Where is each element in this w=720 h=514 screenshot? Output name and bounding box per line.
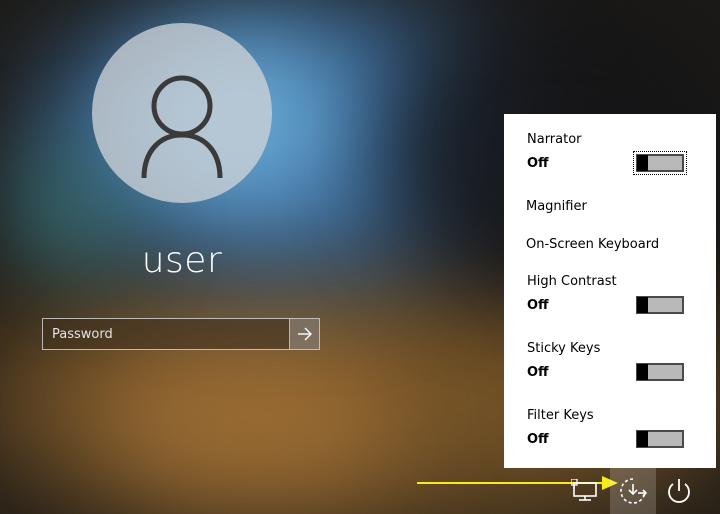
filter-keys-label: Filter Keys [527, 408, 594, 423]
power-button[interactable] [656, 468, 702, 514]
lock-screen: user Narrator Off Magnifier On-Screen Ke… [0, 0, 720, 514]
filter-keys-state: Off [527, 432, 549, 447]
narrator-label: Narrator [527, 132, 582, 147]
toggle-knob [637, 155, 648, 171]
ease-of-access-button[interactable] [610, 468, 656, 514]
narrator-state: Off [527, 156, 549, 171]
network-icon [571, 479, 597, 501]
toggle-knob [637, 297, 648, 313]
toggle-knob [637, 364, 648, 380]
toggle-knob [637, 431, 648, 447]
network-button[interactable] [563, 468, 609, 514]
user-name: user [141, 240, 223, 281]
arrow-right-icon [297, 327, 312, 341]
user-icon [141, 75, 223, 179]
avatar [92, 23, 272, 203]
submit-button[interactable] [289, 319, 319, 349]
sticky-keys-toggle[interactable] [636, 363, 684, 381]
high-contrast-label: High Contrast [527, 274, 617, 289]
sticky-keys-label: Sticky Keys [527, 341, 601, 356]
narrator-toggle[interactable] [633, 151, 687, 175]
ease-of-access-icon [620, 478, 648, 504]
high-contrast-state: Off [527, 298, 549, 313]
filter-keys-toggle[interactable] [636, 430, 684, 448]
password-input[interactable] [43, 319, 291, 349]
ease-of-access-menu: Narrator Off Magnifier On-Screen Keyboar… [504, 114, 716, 468]
background-blur-orange [100, 340, 400, 500]
power-icon [668, 479, 690, 503]
password-field[interactable] [42, 318, 320, 350]
sticky-keys-state: Off [527, 365, 549, 380]
high-contrast-toggle[interactable] [636, 296, 684, 314]
magnifier-option[interactable]: Magnifier [526, 199, 587, 214]
on-screen-keyboard-option[interactable]: On-Screen Keyboard [526, 237, 659, 252]
